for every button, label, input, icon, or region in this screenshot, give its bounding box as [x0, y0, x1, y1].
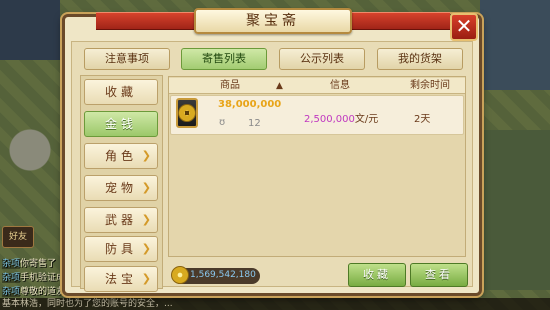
- header-time: 剩余时间: [410, 80, 450, 91]
- chevron-down-icon: ❯: [141, 181, 151, 194]
- tab-my-shelf[interactable]: 我的货架: [377, 48, 463, 70]
- category-treasure[interactable]: 法宝 ❯: [84, 266, 158, 292]
- category-character[interactable]: 角色 ❯: [84, 143, 158, 169]
- chevron-down-icon: ❯: [141, 213, 151, 226]
- title-ribbon-right: [350, 12, 450, 30]
- category-favorites[interactable]: 收藏: [84, 79, 158, 105]
- chevron-down-icon: ❯: [141, 242, 151, 255]
- tab-consignment-list[interactable]: 寄售列表: [181, 48, 267, 70]
- view-button[interactable]: 查看: [410, 263, 468, 287]
- close-icon: ✕: [455, 14, 473, 38]
- header-item[interactable]: 商品: [200, 78, 260, 94]
- tab-public-list[interactable]: 公示列表: [279, 48, 365, 70]
- chevron-down-icon: ❯: [141, 149, 151, 162]
- chevron-down-icon: ❯: [141, 272, 151, 285]
- category-money[interactable]: 金钱: [84, 111, 158, 137]
- item-remaining-time: 2天: [414, 114, 431, 125]
- category-weapon[interactable]: 武器 ❯: [84, 207, 158, 233]
- world-roof-right: [480, 0, 550, 90]
- seller-icon: ʊ: [219, 117, 226, 128]
- item-price: 2,500,000文/元: [304, 114, 379, 125]
- category-armor[interactable]: 防具 ❯: [84, 236, 158, 262]
- chat-line: 杂项你寄售了: [2, 259, 57, 269]
- chat-bottom-bar: 基本林浩，同时也为了您的账号的安全，...: [0, 298, 550, 310]
- item-count: 12: [248, 118, 261, 129]
- chat-line: 杂项尊敬的道友: [2, 287, 66, 297]
- category-pet[interactable]: 宠物 ❯: [84, 175, 158, 201]
- item-amount: 38,000,000: [218, 99, 282, 110]
- gold-balance: 1,569,542,180: [190, 270, 256, 280]
- sort-arrow-icon[interactable]: ▲: [276, 78, 283, 94]
- dialog-title: 聚宝斋: [194, 8, 352, 34]
- header-info: 信息: [330, 80, 350, 91]
- favorite-button[interactable]: 收藏: [348, 263, 406, 287]
- title-ribbon-left: [96, 12, 196, 30]
- coin-icon: [178, 104, 196, 122]
- chat-line: 杂项手机验证成: [2, 273, 66, 283]
- world-roof-left: [0, 0, 60, 60]
- tab-notice[interactable]: 注意事项: [84, 48, 170, 70]
- gold-coin-icon: [171, 266, 189, 284]
- close-button[interactable]: ✕: [450, 13, 478, 41]
- world-ground-right: [480, 130, 550, 290]
- friend-button[interactable]: 好友: [2, 226, 34, 248]
